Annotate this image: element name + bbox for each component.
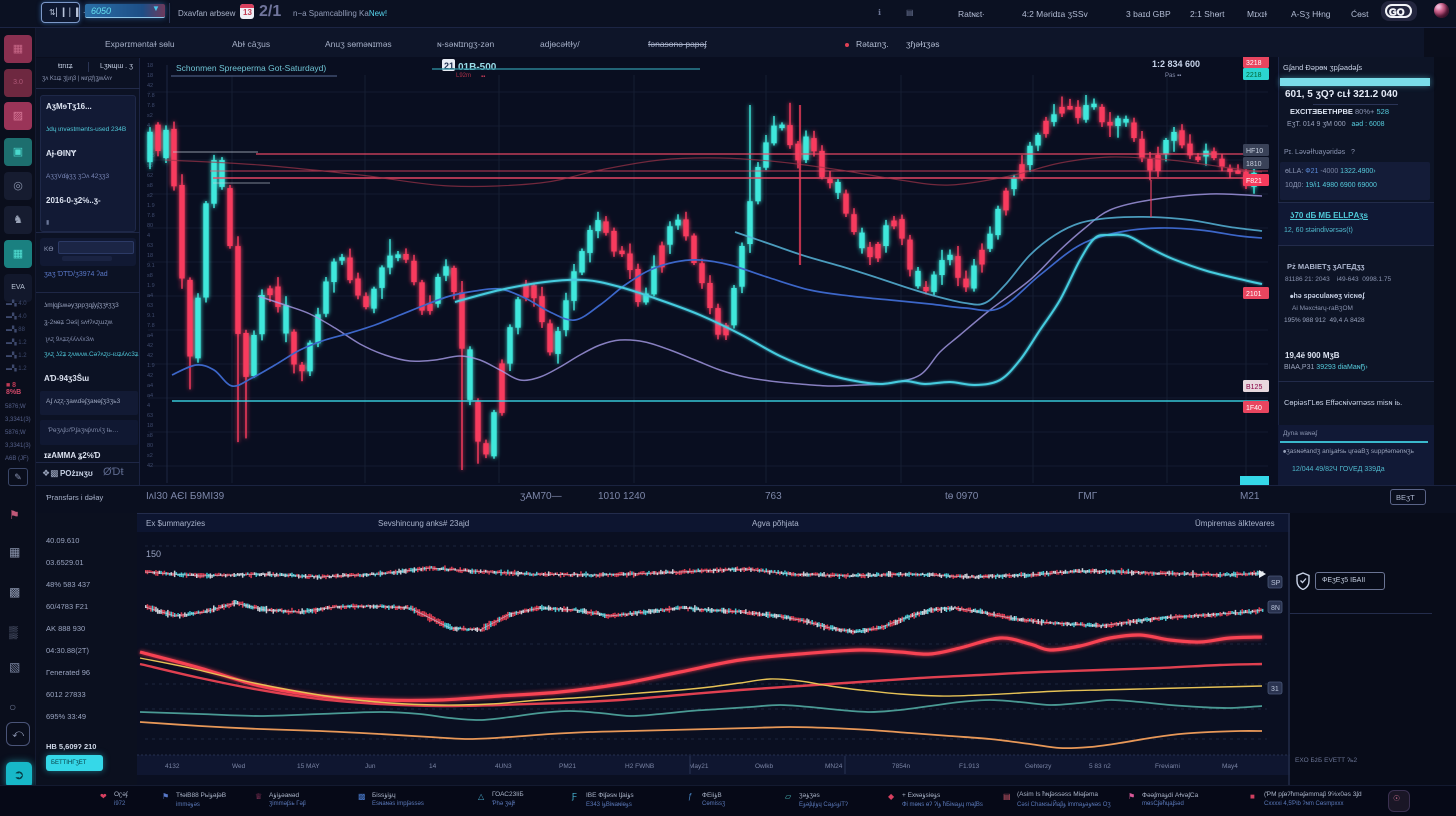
svg-text:4132: 4132 xyxy=(165,763,180,770)
svg-text:1810: 1810 xyxy=(1246,161,1262,168)
svg-text:B125: B125 xyxy=(1246,384,1262,391)
svg-text:18: 18 xyxy=(147,423,153,429)
svg-text:63: 63 xyxy=(147,413,153,419)
svg-text:1F40: 1F40 xyxy=(1246,405,1262,412)
svg-text:2218: 2218 xyxy=(1246,72,1262,79)
svg-text:42: 42 xyxy=(147,353,153,359)
svg-text:F821: F821 xyxy=(1246,178,1262,185)
svg-text:42: 42 xyxy=(147,83,153,89)
svg-text:1:2 834 600: 1:2 834 600 xyxy=(1152,59,1200,69)
svg-text:Agva põhjata: Agva põhjata xyxy=(752,519,799,528)
svg-text:80: 80 xyxy=(147,443,153,449)
svg-text:1.9: 1.9 xyxy=(147,203,155,209)
svg-text:Wed: Wed xyxy=(232,763,246,770)
svg-text:9.1: 9.1 xyxy=(147,313,155,319)
svg-text:7854n: 7854n xyxy=(892,763,910,770)
svg-text:s8: s8 xyxy=(147,433,153,439)
svg-text:s8: s8 xyxy=(147,273,153,279)
svg-text:SP: SP xyxy=(1271,580,1281,587)
svg-text:Ex $ummaryzies: Ex $ummaryzies xyxy=(146,519,205,528)
svg-text:5 83 n2: 5 83 n2 xyxy=(1089,763,1111,770)
svg-text:L92m: L92m xyxy=(456,73,471,79)
svg-text:7.8: 7.8 xyxy=(147,103,155,109)
svg-text:May21: May21 xyxy=(689,763,709,770)
svg-text:80: 80 xyxy=(147,223,153,229)
svg-text:a4: a4 xyxy=(147,293,153,299)
svg-text:Jun: Jun xyxy=(365,763,376,770)
svg-text:14: 14 xyxy=(429,763,437,770)
svg-text:18: 18 xyxy=(147,73,153,79)
svg-text:42: 42 xyxy=(147,373,153,379)
svg-text:7.8: 7.8 xyxy=(147,93,155,99)
svg-text:1.9: 1.9 xyxy=(147,363,155,369)
svg-text:HF10: HF10 xyxy=(1246,148,1263,155)
svg-text:Ümpiremas älktevares: Ümpiremas älktevares xyxy=(1195,519,1275,528)
svg-text:Freviami: Freviami xyxy=(1155,763,1180,770)
svg-text:63: 63 xyxy=(147,303,153,309)
svg-text:31: 31 xyxy=(1271,686,1279,693)
svg-text:MN24: MN24 xyxy=(825,763,843,770)
svg-text:4: 4 xyxy=(147,233,150,239)
svg-text:Pas ▪▪: Pas ▪▪ xyxy=(1165,73,1181,79)
svg-text:18: 18 xyxy=(147,253,153,259)
svg-text:15 MAY: 15 MAY xyxy=(297,763,320,770)
svg-text:8N: 8N xyxy=(1271,605,1280,612)
svg-text:Gehterzy: Gehterzy xyxy=(1025,763,1052,770)
svg-text:H2 FWNB: H2 FWNB xyxy=(625,763,654,770)
svg-text:F1.913: F1.913 xyxy=(959,763,980,770)
svg-text:a4: a4 xyxy=(147,333,153,339)
svg-text:Owlkb: Owlkb xyxy=(755,763,773,770)
svg-text:42: 42 xyxy=(147,343,153,349)
svg-text:s2: s2 xyxy=(147,193,153,199)
svg-text:01B-500: 01B-500 xyxy=(458,62,497,73)
svg-text:a4: a4 xyxy=(147,393,153,399)
svg-text:18: 18 xyxy=(147,63,153,69)
svg-text:1.9: 1.9 xyxy=(147,283,155,289)
svg-text:62: 62 xyxy=(147,173,153,179)
svg-text:a4: a4 xyxy=(147,383,153,389)
svg-text:150: 150 xyxy=(146,549,161,559)
svg-text:▪▪: ▪▪ xyxy=(481,74,485,80)
svg-text:2101: 2101 xyxy=(1246,291,1262,298)
svg-text:Sevshincung anks# 23ajd: Sevshincung anks# 23ajd xyxy=(378,519,469,528)
svg-text:9.1: 9.1 xyxy=(147,263,155,269)
svg-text:4UN3: 4UN3 xyxy=(495,763,512,770)
svg-text:s2: s2 xyxy=(147,453,153,459)
svg-text:7.8: 7.8 xyxy=(147,213,155,219)
svg-text:42: 42 xyxy=(147,463,153,469)
svg-text:s2: s2 xyxy=(147,113,153,119)
svg-text:PM21: PM21 xyxy=(559,763,576,770)
svg-text:s8: s8 xyxy=(147,183,153,189)
svg-text:63: 63 xyxy=(147,243,153,249)
svg-text:Schonmen Spreeperma Got-Satu: Schonmen Spreeperma Got-Saturdayd) xyxy=(176,63,326,73)
svg-text:May4: May4 xyxy=(1222,763,1238,770)
svg-text:GO: GO xyxy=(1389,8,1405,18)
svg-text:4: 4 xyxy=(147,403,150,409)
svg-text:7.8: 7.8 xyxy=(147,323,155,329)
svg-text:3218: 3218 xyxy=(1246,60,1262,67)
